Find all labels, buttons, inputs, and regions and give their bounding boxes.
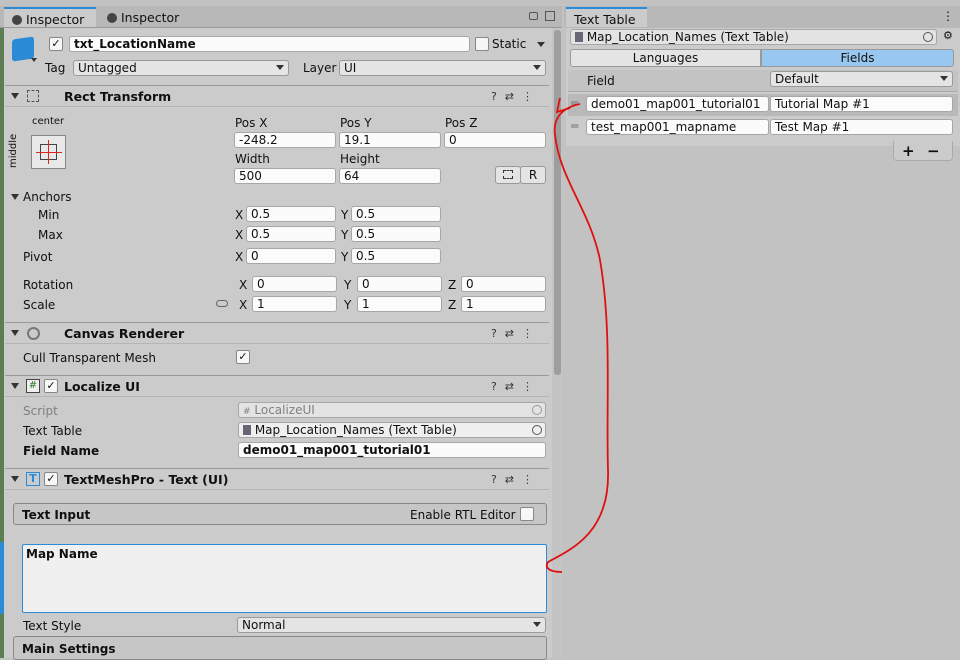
annotation-curve [545,103,609,573]
annotation-arrowhead [555,97,571,114]
annotation-arrow [545,97,609,573]
